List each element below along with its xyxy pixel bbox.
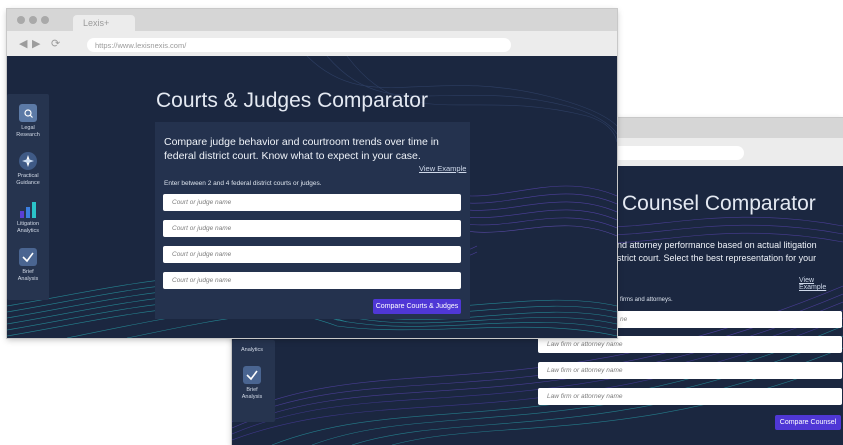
counsel-sidebar-analytics-label[interactable]: Analytics bbox=[232, 347, 272, 354]
counsel-sidebar-label-brief: Brief Analysis bbox=[241, 387, 263, 400]
court-judge-field-2[interactable]: Court or judge name bbox=[163, 220, 461, 237]
courts-view-example-link[interactable]: View Example bbox=[419, 164, 466, 173]
courts-page-title: Courts & Judges Comparator bbox=[156, 89, 428, 112]
courts-description: Compare judge behavior and courtroom tre… bbox=[164, 136, 439, 162]
counsel-firm-field-3[interactable]: Law firm or attorney name bbox=[538, 362, 842, 379]
counsel-url-bar[interactable] bbox=[612, 146, 744, 160]
courts-window: Lexis+ ◀ ▶ ⟳ https://www.lexisnexis.com/ bbox=[7, 9, 617, 338]
sidebar-label-brief-analysis: Brief Analysis bbox=[17, 269, 39, 282]
court-judge-field-4[interactable]: Court or judge name bbox=[163, 272, 461, 289]
window-minimize-dot[interactable] bbox=[29, 16, 37, 24]
forward-arrow-icon[interactable]: ▶ bbox=[32, 37, 40, 51]
checkmark-document-icon bbox=[19, 248, 37, 266]
sidebar-label-legal-research: Legal Research bbox=[16, 125, 40, 138]
checkmark-document-icon bbox=[243, 366, 261, 384]
sidebar-label-litigation-analytics: Litigation Analytics bbox=[16, 221, 40, 234]
sidebar-label-practical-guidance: Practical Guidance bbox=[16, 173, 40, 186]
counsel-instruction: firms and attorneys. bbox=[620, 297, 673, 303]
courts-instruction: Enter between 2 and 4 federal district c… bbox=[164, 180, 322, 187]
court-judge-field-1[interactable]: Court or judge name bbox=[163, 194, 461, 211]
counsel-description: nd attorney performance based on actual … bbox=[617, 240, 817, 263]
sidebar-item-practical-guidance[interactable]: Practical Guidance bbox=[7, 152, 49, 186]
counsel-view-example-link[interactable]: View Example bbox=[799, 277, 843, 291]
browser-tab[interactable]: Lexis+ bbox=[73, 15, 135, 31]
courts-content: Legal Research Practical Guidance Litigati… bbox=[7, 56, 617, 338]
courts-url-bar[interactable]: https://www.lexisnexis.com/ bbox=[87, 38, 511, 52]
courts-browser-chrome: Lexis+ ◀ ▶ ⟳ https://www.lexisnexis.com/ bbox=[7, 9, 617, 60]
sidebar-item-litigation-analytics[interactable]: Litigation Analytics bbox=[7, 200, 49, 234]
refresh-icon[interactable]: ⟳ bbox=[51, 37, 60, 51]
counsel-sidebar-item-brief-analysis[interactable]: Brief Analysis bbox=[232, 366, 272, 400]
courts-form-panel: Compare judge behavior and courtroom tre… bbox=[155, 122, 470, 319]
counsel-firm-field-2[interactable]: Law firm or attorney name bbox=[538, 336, 842, 353]
courts-sidebar: Legal Research Practical Guidance Litigati… bbox=[7, 94, 49, 300]
window-maximize-dot[interactable] bbox=[41, 16, 49, 24]
counsel-firm-field-4[interactable]: Law firm or attorney name bbox=[538, 388, 842, 405]
counsel-page-title: Counsel Comparator bbox=[622, 192, 816, 215]
counsel-sidebar: Analytics Brief Analysis bbox=[232, 340, 275, 422]
back-arrow-icon[interactable]: ◀ bbox=[19, 37, 27, 51]
bar-chart-icon bbox=[19, 200, 37, 218]
court-judge-field-3[interactable]: Court or judge name bbox=[163, 246, 461, 263]
courts-tab-bar: Lexis+ bbox=[7, 9, 617, 31]
compare-courts-judges-button[interactable]: Compare Courts & Judges bbox=[373, 299, 461, 314]
sidebar-item-legal-research[interactable]: Legal Research bbox=[7, 104, 49, 138]
window-close-dot[interactable] bbox=[17, 16, 25, 24]
search-icon bbox=[19, 104, 37, 122]
compare-counsel-button[interactable]: Compare Counsel bbox=[775, 415, 841, 430]
compass-icon bbox=[19, 152, 37, 170]
sidebar-item-brief-analysis[interactable]: Brief Analysis bbox=[7, 248, 49, 282]
